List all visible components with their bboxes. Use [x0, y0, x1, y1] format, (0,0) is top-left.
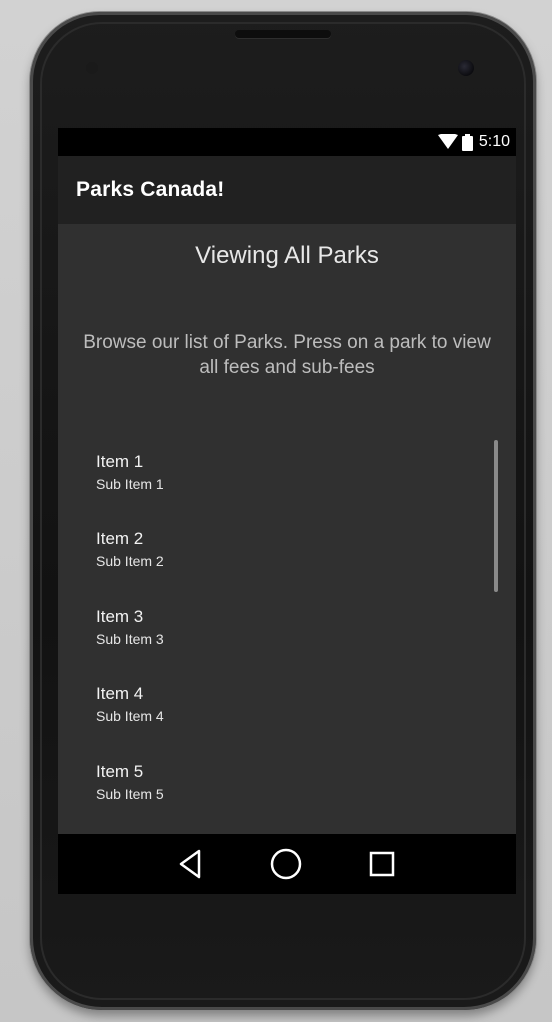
wifi-icon: [437, 134, 458, 149]
list-item[interactable]: Item 4 Sub Item 4: [58, 678, 498, 754]
list-item-title: Item 2: [96, 529, 144, 548]
recent-apps-icon: [369, 851, 395, 877]
list-item[interactable]: Item 5 Sub Item 5: [58, 756, 498, 832]
list-item[interactable]: Item 1 Sub Item 1: [58, 446, 498, 522]
list-item-title: Item 5: [96, 762, 144, 781]
navigation-bar: [58, 834, 516, 894]
list-item-subtitle: Sub Item 3: [96, 631, 164, 647]
home-icon: [270, 848, 302, 880]
list-item-subtitle: Sub Item 5: [96, 786, 164, 802]
front-camera: [458, 60, 474, 76]
status-clock: 5:10: [478, 133, 510, 150]
list-item[interactable]: Item 3 Sub Item 3: [58, 601, 498, 677]
status-icons: 5:10: [437, 132, 510, 152]
status-bar: 5:10: [58, 128, 516, 156]
list-item-title: Item 3: [96, 607, 144, 626]
home-button[interactable]: [268, 846, 304, 882]
list-item-title: Item 4: [96, 684, 144, 703]
page-description: Browse our list of Parks. Press on a par…: [83, 332, 491, 378]
list-item-subtitle: Sub Item 4: [96, 708, 164, 724]
list-item-title: Item 1: [96, 452, 144, 471]
battery-icon: [461, 133, 473, 151]
proximity-sensor: [86, 62, 98, 74]
list-item-subtitle: Sub Item 1: [96, 476, 164, 492]
speaker-grille: [235, 30, 331, 38]
list-scrollbar[interactable]: [494, 440, 498, 592]
device-screen: 5:10 Parks Canada! Viewing All Parks Bro…: [58, 128, 516, 894]
list-item[interactable]: Item 2 Sub Item 2: [58, 523, 498, 599]
page-heading: Viewing All Parks: [195, 242, 379, 269]
recent-apps-button[interactable]: [364, 846, 400, 882]
list-item-subtitle: Sub Item 2: [96, 553, 164, 569]
app-title: Parks Canada!: [76, 178, 225, 201]
back-icon: [179, 849, 201, 879]
app-bar: Parks Canada!: [58, 156, 516, 224]
back-button[interactable]: [172, 846, 208, 882]
